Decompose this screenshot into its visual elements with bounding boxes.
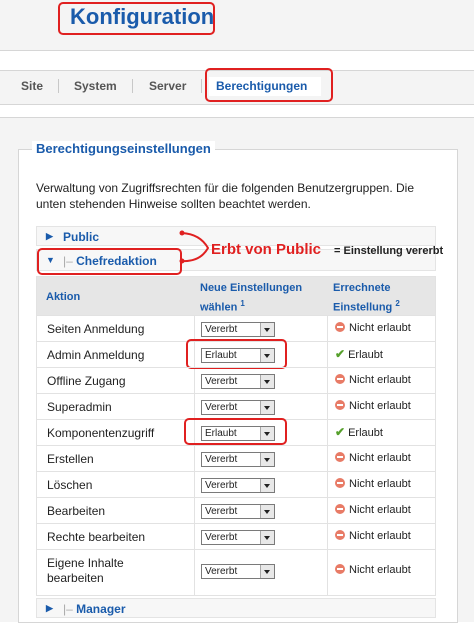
table-row: Erstellen Vererbt Nicht erlaubt (37, 445, 435, 472)
dropdown-arrow-icon (260, 375, 274, 388)
dropdown-arrow-icon (260, 401, 274, 414)
column-header-action: Aktion (46, 291, 81, 303)
setting-select[interactable]: Vererbt (201, 322, 275, 337)
group-label-manager: Manager (76, 602, 126, 616)
annotation-inherits: Erbt von Public (211, 241, 322, 258)
setting-select[interactable]: Vererbt (201, 564, 275, 579)
calculated-result: Nicht erlaubt (335, 374, 411, 386)
triangle-right-icon: ▶ (46, 231, 53, 241)
setting-select[interactable]: Vererbt (201, 478, 275, 493)
setting-select[interactable]: Vererbt (201, 530, 275, 545)
dropdown-arrow-icon (260, 505, 274, 518)
annotation-box-group (37, 248, 182, 275)
action-label: Bearbeiten (47, 504, 106, 518)
table-row: Seiten Anmeldung Vererbt Nicht erlaubt (37, 315, 435, 342)
checkmark-icon: ✔ (335, 425, 346, 439)
tab-divider (201, 79, 202, 93)
calculated-result: Nicht erlaubt (335, 400, 411, 412)
annotation-box-select (186, 339, 287, 369)
table-row: Superadmin Vererbt Nicht erlaubt (37, 393, 435, 420)
calculated-result: ✔ Erlaubt (335, 347, 383, 361)
deny-icon (335, 400, 345, 410)
dropdown-arrow-icon (260, 531, 274, 544)
tab-system[interactable]: System (74, 79, 117, 93)
tab-divider (58, 79, 59, 93)
table-row: Löschen Vererbt Nicht erlaubt (37, 471, 435, 498)
footnote-2: 2 (395, 299, 400, 308)
table-row: Bearbeiten Vererbt Nicht erlaubt (37, 497, 435, 524)
deny-icon (335, 478, 345, 488)
action-label: Superadmin (47, 400, 112, 414)
fieldset-legend: Berechtigungseinstellungen (32, 141, 215, 156)
action-label: Komponentenzugriff (47, 426, 155, 440)
deny-icon (335, 452, 345, 462)
setting-select[interactable]: Vererbt (201, 374, 275, 389)
dropdown-arrow-icon (260, 453, 274, 466)
column-header-calculated: Errechnete Einstellung 2 (333, 282, 400, 314)
action-label: Seiten Anmeldung (47, 322, 145, 336)
setting-select[interactable]: Vererbt (201, 400, 275, 415)
table-row: Offline Zugang Vererbt Nicht erlaubt (37, 367, 435, 394)
action-label: Erstellen (47, 452, 94, 466)
dropdown-arrow-icon (260, 565, 274, 578)
calculated-result: Nicht erlaubt (335, 322, 411, 334)
deny-icon (335, 374, 345, 384)
calculated-result: Nicht erlaubt (335, 564, 411, 576)
deny-icon (335, 322, 345, 332)
tab-server[interactable]: Server (149, 79, 186, 93)
calculated-result: ✔ Erlaubt (335, 425, 383, 439)
setting-select[interactable]: Vererbt (201, 504, 275, 519)
footnote-1: 1 (240, 299, 245, 308)
permissions-description: Verwaltung von Zugriffsrechten für die f… (36, 181, 415, 211)
annotation-bracket (179, 230, 210, 264)
action-label: Löschen (47, 478, 93, 492)
group-indent-pipe: |– (63, 602, 73, 616)
annotation-inherited-setting: = Einstellung vererbt (334, 245, 444, 257)
calculated-result: Nicht erlaubt (335, 478, 411, 490)
group-label-public: Public (63, 230, 100, 244)
action-label: Admin Anmeldung (47, 348, 145, 362)
deny-icon (335, 564, 345, 574)
annotation-box-title (58, 2, 215, 35)
calculated-result: Nicht erlaubt (335, 452, 411, 464)
annotation-box-tab (205, 68, 333, 102)
setting-select[interactable]: Vererbt (201, 452, 275, 467)
annotation-box-select (184, 418, 287, 445)
dropdown-arrow-icon (260, 479, 274, 492)
triangle-right-icon: ▶ (46, 603, 53, 613)
action-label: Eigene Inhalte bearbeiten (47, 556, 124, 585)
table-row: Rechte bearbeiten Vererbt Nicht erlaubt (37, 523, 435, 550)
action-label: Rechte bearbeiten (47, 530, 146, 544)
deny-icon (335, 504, 345, 514)
tab-site[interactable]: Site (21, 79, 43, 93)
tab-divider (132, 79, 133, 93)
table-row: Eigene Inhalte bearbeiten Vererbt Nicht e… (37, 549, 435, 596)
action-label: Offline Zugang (47, 374, 126, 388)
deny-icon (335, 530, 345, 540)
checkmark-icon: ✔ (335, 347, 346, 361)
calculated-result: Nicht erlaubt (335, 530, 411, 542)
dropdown-arrow-icon (260, 323, 274, 336)
group-row-manager[interactable]: ▶ |– Manager (36, 598, 436, 618)
column-header-new-setting: Neue Einstellungen wählen 1 (200, 282, 303, 314)
calculated-result: Nicht erlaubt (335, 504, 411, 516)
